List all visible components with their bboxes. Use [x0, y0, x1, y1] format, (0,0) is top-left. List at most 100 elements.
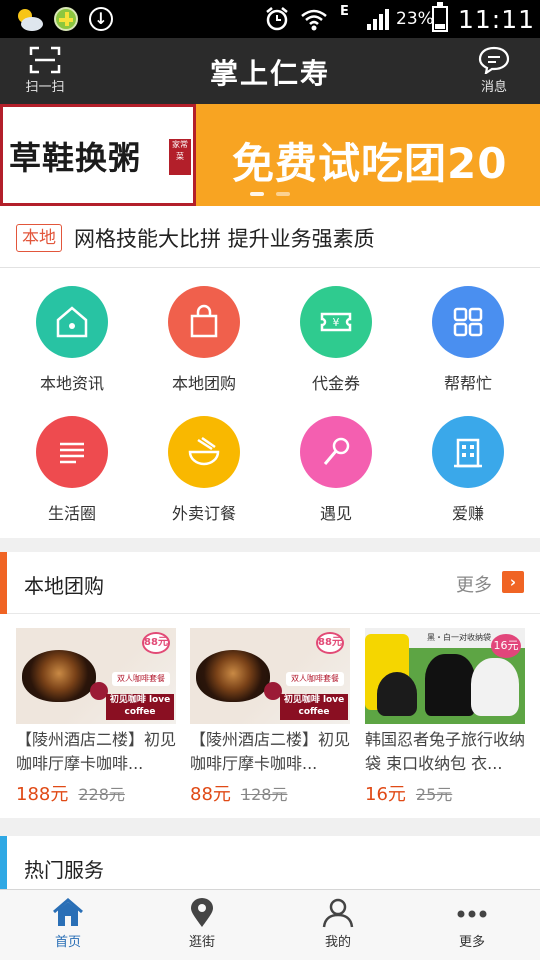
deal-card[interactable]: 双人咖啡套餐 88元 初见咖啡 love coffee 【陵州酒店二楼】初见咖啡…	[190, 628, 352, 810]
grid-label: 代金券	[311, 374, 360, 393]
location-pin-icon	[191, 898, 213, 927]
news-ticker[interactable]: 本地 网格技能大比拼 提升业务强素质	[0, 206, 540, 268]
app-header: 扫一扫 掌上仁寿 消息	[0, 38, 540, 104]
svg-text:¥: ¥	[333, 316, 340, 329]
grid-label: 本地资讯	[39, 374, 104, 393]
deal-card[interactable]: 双人咖啡套餐 88元 初见咖啡 love coffee 【陵州酒店二楼】初见咖啡…	[16, 628, 178, 810]
tab-label: 首页	[54, 935, 81, 950]
banner-restaurant-panel: 草鞋换粥 家常菜	[0, 104, 196, 206]
deal-price: 16元	[365, 784, 406, 805]
deal-image-coffee: 双人咖啡套餐 88元 初见咖啡 love coffee	[190, 628, 350, 724]
grid-item-food-delivery[interactable]: 外卖订餐	[138, 398, 270, 523]
lines-icon	[36, 416, 108, 488]
news-tag: 本地	[16, 224, 62, 252]
deal-title: 【陵州酒店二楼】初见咖啡厅摩卡咖啡...	[16, 730, 177, 773]
promo-banner[interactable]: 草鞋换粥 家常菜 免费试吃团20	[0, 104, 540, 206]
deal-image-bags: 黑・白一对收纳袋 16元	[365, 628, 525, 724]
deal-card[interactable]: 黑・白一对收纳袋 16元 韩国忍者兔子旅行收纳袋 束口收纳包 衣... 16元 2…	[365, 628, 527, 810]
deal-image-price-badge: 16元	[491, 634, 521, 658]
shopping-bag-icon	[168, 286, 240, 358]
wifi-icon	[301, 9, 327, 31]
grid-item-local-news[interactable]: 本地资讯	[6, 268, 138, 393]
bowl-icon	[168, 416, 240, 488]
house-icon	[36, 286, 108, 358]
grid-label: 爱赚	[451, 504, 484, 523]
deal-price-row: 16元 25元	[365, 780, 527, 810]
tab-label: 我的	[324, 935, 351, 950]
groupbuy-list: 双人咖啡套餐 88元 初见咖啡 love coffee 【陵州酒店二楼】初见咖啡…	[0, 614, 540, 818]
banner-dot[interactable]	[276, 192, 290, 196]
service-grid: 本地资讯 本地团购 ¥ 代金券 帮帮忙 生活圈 外卖订餐 遇见 爱赚	[0, 268, 540, 538]
deal-price-row: 188元 228元	[16, 780, 178, 810]
alarm-icon	[266, 7, 288, 31]
banner-seal: 家常菜	[169, 139, 191, 175]
more-dots-icon	[457, 910, 487, 918]
news-headline[interactable]: 网格技能大比拼 提升业务强素质	[74, 223, 375, 253]
deal-image-price-badge: 88元	[316, 632, 344, 654]
building-icon	[432, 416, 504, 488]
status-bar: ↓ E 23% 11:11	[0, 0, 540, 38]
coffee-cup-graphic	[22, 650, 96, 702]
tab-more[interactable]: 更多	[422, 898, 522, 956]
grid-label: 遇见	[319, 504, 352, 523]
banner-headline: 免费试吃团20	[232, 139, 508, 188]
grid-item-local-groupbuy[interactable]: 本地团购	[138, 268, 270, 393]
deal-price: 88元	[190, 784, 231, 805]
messages-button[interactable]: 消息	[464, 46, 524, 98]
microphone-icon	[300, 416, 372, 488]
page-title: 掌上仁寿	[209, 57, 330, 90]
black-bag-graphic	[425, 654, 475, 716]
grid-item-coupons[interactable]: ¥ 代金券	[270, 268, 402, 393]
deal-original-price: 228元	[78, 785, 125, 804]
battery-icon	[432, 2, 448, 32]
grid-item-life-circle[interactable]: 生活圈	[6, 398, 138, 523]
white-bag-graphic	[471, 658, 519, 716]
battery-percent: 23%	[396, 9, 434, 29]
tab-label: 逛街	[188, 935, 215, 950]
signal-icon	[367, 9, 389, 30]
grid-label: 本地团购	[171, 374, 236, 393]
bottom-tab-bar: 首页 逛街 我的 更多	[0, 889, 540, 960]
section-accent-bar	[0, 552, 7, 614]
grid-label: 生活圈	[47, 504, 96, 523]
deal-image-caption: 双人咖啡套餐	[112, 672, 170, 686]
grid-item-earn[interactable]: 爱赚	[402, 398, 534, 523]
deal-image-price-badge: 88元	[142, 632, 170, 654]
tab-profile[interactable]: 我的	[288, 898, 388, 956]
network-type-label: E	[340, 4, 349, 19]
more-link[interactable]: 更多	[456, 571, 492, 597]
groupbuy-section-header: 本地团购 更多 ›	[0, 552, 540, 614]
grid-label: 帮帮忙	[443, 374, 492, 393]
home-icon	[53, 898, 83, 926]
download-icon: ↓	[89, 7, 113, 31]
banner-dot-active[interactable]	[250, 192, 264, 196]
messages-label: 消息	[480, 80, 507, 95]
deal-original-price: 128元	[240, 785, 288, 804]
deal-price: 188元	[16, 784, 69, 805]
section-title: 热门服务	[24, 858, 104, 882]
grid-item-help[interactable]: 帮帮忙	[402, 268, 534, 393]
person-icon	[322, 898, 354, 928]
grid-label: 外卖订餐	[171, 504, 236, 523]
ninja-graphic	[377, 672, 417, 716]
weather-icon	[18, 9, 43, 31]
deal-image-strip: 初见咖啡 love coffee	[280, 694, 348, 720]
section-title: 本地团购	[24, 574, 104, 598]
tab-home[interactable]: 首页	[18, 898, 118, 956]
clock: 11:11	[458, 5, 536, 34]
chat-bubble-icon	[478, 46, 510, 74]
apps-icon	[432, 286, 504, 358]
coffee-cup-graphic	[196, 650, 270, 702]
grid-item-meet[interactable]: 遇见	[270, 398, 402, 523]
deal-image-coffee: 双人咖啡套餐 88元 初见咖啡 love coffee	[16, 628, 176, 724]
deal-image-strip: 初见咖啡 love coffee	[106, 694, 174, 720]
deal-image-caption: 双人咖啡套餐	[286, 672, 344, 686]
deal-price-row: 88元 128元	[190, 780, 352, 810]
tab-browse[interactable]: 逛街	[152, 898, 252, 956]
chevron-right-icon[interactable]: ›	[502, 571, 524, 593]
deal-original-price: 25元	[415, 785, 453, 804]
tab-label: 更多	[458, 935, 485, 950]
deal-title: 韩国忍者兔子旅行收纳袋 束口收纳包 衣...	[365, 730, 526, 773]
banner-restaurant-name: 草鞋换粥	[9, 139, 142, 177]
coupon-icon: ¥	[300, 286, 372, 358]
